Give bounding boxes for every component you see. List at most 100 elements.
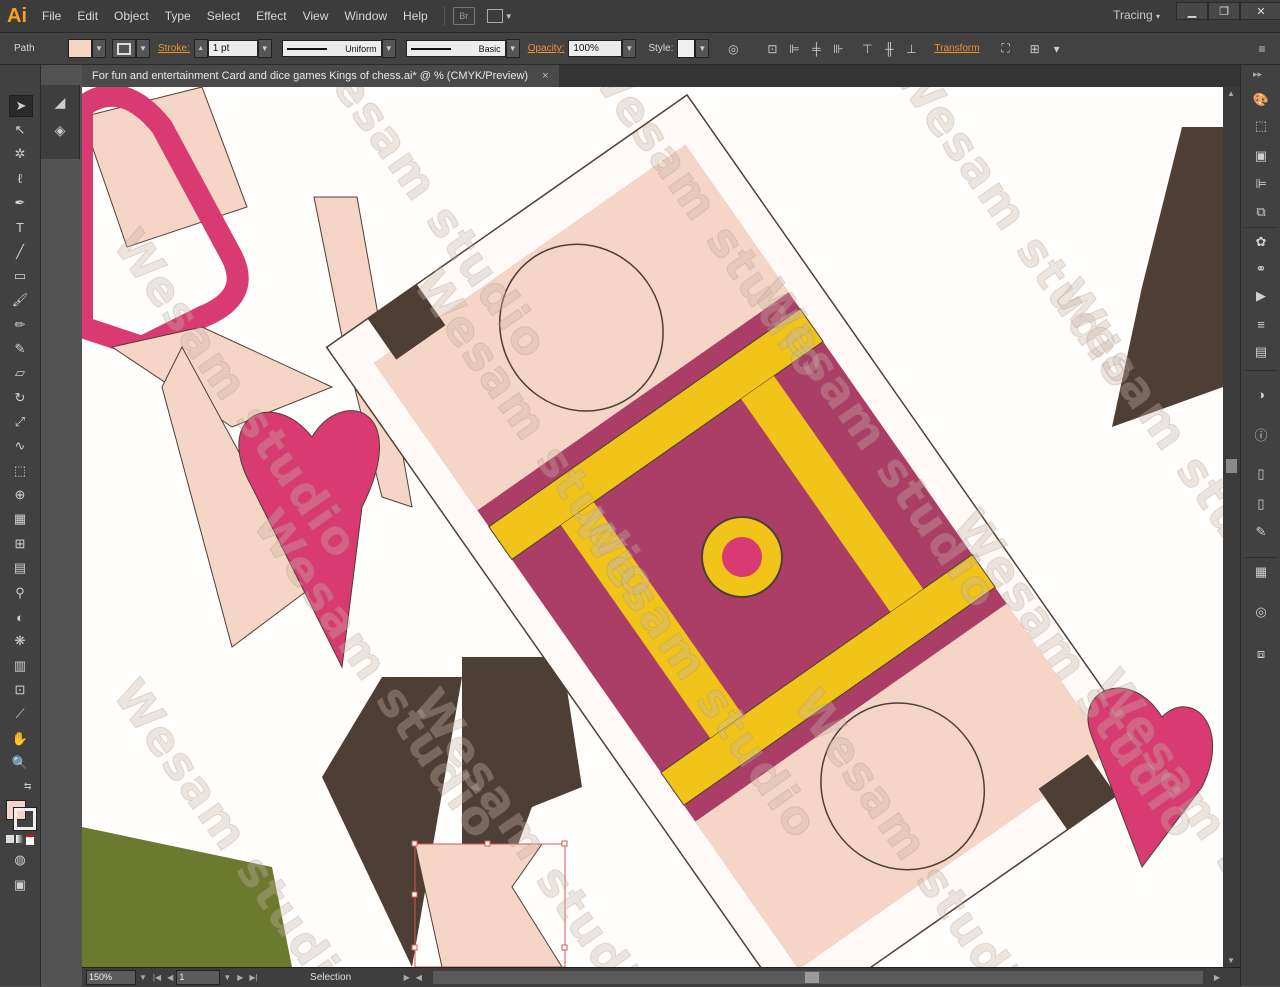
brush-definition[interactable]: Basic xyxy=(405,40,506,57)
menu-help[interactable]: Help xyxy=(395,0,436,32)
stroke-color-box[interactable] xyxy=(13,807,37,831)
brush-dropdown[interactable]: ▼ xyxy=(505,39,520,58)
zoom-level-field[interactable]: 150% xyxy=(86,970,136,985)
align-panel-icon[interactable]: ⊫ xyxy=(1251,175,1271,193)
pathfinder-icon[interactable]: ⧉ xyxy=(1251,203,1271,221)
selection-tool-icon[interactable]: ➤ xyxy=(9,95,33,117)
menu-file[interactable]: File xyxy=(34,0,69,32)
symbols-icon[interactable]: ✿ xyxy=(1251,233,1271,251)
options-icon[interactable]: ▾ xyxy=(1049,41,1065,57)
menu-object[interactable]: Object xyxy=(106,0,157,32)
workspace-switcher[interactable]: Tracing ▾ xyxy=(1113,0,1160,32)
menu-select[interactable]: Select xyxy=(199,0,248,32)
paintbrush-tool-icon[interactable]: 🖌 xyxy=(9,290,31,310)
swap-colors-icon[interactable]: ⇆ xyxy=(24,781,32,792)
image-trace-icon[interactable]: ▣ xyxy=(1251,147,1271,165)
rectangle-tool-icon[interactable]: ▭ xyxy=(9,266,31,286)
restore-button[interactable]: ❐ xyxy=(1208,2,1240,20)
warp-tool-icon[interactable]: ∿ xyxy=(9,436,31,456)
blend-tool-icon[interactable]: ◐ xyxy=(9,607,31,627)
line-tool-icon[interactable]: ╱ xyxy=(9,242,31,262)
next-artboard-icon[interactable]: ▶ xyxy=(237,973,243,982)
graphic-style-swatch[interactable] xyxy=(677,39,696,58)
stroke-swatch[interactable] xyxy=(112,39,136,58)
variable-width-profile[interactable]: Uniform xyxy=(281,40,382,57)
info-icon[interactable]: ⓘ xyxy=(1251,425,1271,443)
selected-path[interactable] xyxy=(414,843,563,967)
selection-handle[interactable] xyxy=(411,891,418,898)
menu-type[interactable]: Type xyxy=(157,0,199,32)
opacity-field[interactable]: 100% xyxy=(568,40,623,57)
zoom-dropdown-icon[interactable]: ▼ xyxy=(139,973,147,982)
pencil-tool-icon[interactable]: ✏ xyxy=(9,315,31,335)
screen-mode-icon[interactable]: ▣ xyxy=(9,875,31,895)
artboard-dropdown-icon[interactable]: ▼ xyxy=(223,973,231,982)
lasso-tool-icon[interactable]: ℓ xyxy=(9,168,31,188)
scroll-left-icon[interactable]: ◀ xyxy=(416,973,422,982)
stroke-label[interactable]: Stroke: xyxy=(158,43,190,54)
rotate-tool-icon[interactable]: ↻ xyxy=(9,388,31,408)
draw-mode-icon[interactable]: ◍ xyxy=(9,850,31,870)
selection-handle[interactable] xyxy=(561,944,568,951)
artboard-number-field[interactable]: 1 xyxy=(176,970,221,985)
artboard-canvas[interactable]: Wesam studio Wesam studio Wesam studio W… xyxy=(82,87,1223,967)
blob-brush-tool-icon[interactable]: ✎ xyxy=(9,339,31,359)
align-center-icon[interactable]: ╪ xyxy=(808,41,824,57)
slice-tool-icon[interactable]: ⟋ xyxy=(9,704,31,724)
magic-wand-tool-icon[interactable]: ✲ xyxy=(9,144,31,164)
last-artboard-icon[interactable]: ▶| xyxy=(249,973,257,982)
menu-effect[interactable]: Effect xyxy=(248,0,294,32)
panel-menu-icon[interactable]: ≡ xyxy=(1254,41,1270,57)
collapse-dock-icon[interactable]: ▸▸ xyxy=(1253,69,1262,80)
artboards-panel-icon[interactable]: ⬚ xyxy=(1251,117,1271,135)
free-transform-tool-icon[interactable]: ⬚ xyxy=(9,461,31,481)
align-vcenter-icon[interactable]: ╫ xyxy=(881,41,897,57)
direct-selection-tool-icon[interactable]: ↖ xyxy=(9,120,31,140)
fill-swatch[interactable] xyxy=(68,39,92,58)
stroke-spinner[interactable]: ▲ xyxy=(193,39,208,58)
scroll-right-icon[interactable]: ▶ xyxy=(1214,973,1220,982)
transform-link[interactable]: Transform xyxy=(934,43,979,54)
selection-handle[interactable] xyxy=(484,840,491,847)
column-graph-tool-icon[interactable]: ▥ xyxy=(9,656,31,676)
recolor-artwork-icon[interactable]: ◎ xyxy=(725,41,741,57)
actions-icon[interactable]: ▶ xyxy=(1251,287,1271,305)
isolate-icon[interactable]: ⛶ xyxy=(998,41,1014,57)
scroll-up-icon[interactable]: ▲ xyxy=(1227,89,1235,98)
layers-panel-icon[interactable]: ◈ xyxy=(48,119,72,141)
align-right-icon[interactable]: ⊪ xyxy=(830,41,846,57)
status-menu-icon[interactable]: ▶ xyxy=(404,973,410,982)
gradient-panel-icon[interactable]: ▤ xyxy=(1251,343,1271,361)
color-guide-icon[interactable]: 🎨 xyxy=(1251,91,1271,109)
align-left-icon[interactable]: ⊫ xyxy=(786,41,802,57)
horizontal-scroll-thumb[interactable] xyxy=(804,972,819,983)
align-bottom-icon[interactable]: ⊥ xyxy=(903,41,919,57)
stroke-weight-field[interactable]: 1 pt xyxy=(207,40,258,57)
hand-tool-icon[interactable]: ✋ xyxy=(9,729,31,749)
document-info-icon[interactable]: ▯ xyxy=(1251,465,1271,483)
menu-window[interactable]: Window xyxy=(336,0,395,32)
bridge-button[interactable]: Br xyxy=(452,7,475,25)
none-mode-icon[interactable] xyxy=(26,835,34,845)
stroke-weight-dropdown[interactable]: ▼ xyxy=(257,39,272,58)
brushes-icon[interactable]: ✎ xyxy=(1251,523,1271,541)
links-icon[interactable]: ⚭ xyxy=(1251,260,1271,278)
shape-builder-tool-icon[interactable]: ⊕ xyxy=(9,485,31,505)
eyedropper-tool-icon[interactable]: ⚲ xyxy=(9,583,31,603)
profile-dropdown[interactable]: ▼ xyxy=(381,39,396,58)
menu-edit[interactable]: Edit xyxy=(69,0,106,32)
swatches-icon[interactable]: ▦ xyxy=(1251,563,1271,581)
navigator-icon[interactable]: ◎ xyxy=(1251,603,1271,621)
scale-tool-icon[interactable]: ⤢ xyxy=(9,412,31,432)
selection-handle[interactable] xyxy=(561,840,568,847)
perspective-grid-tool-icon[interactable]: ▦ xyxy=(9,509,31,529)
align-to-icon[interactable]: ⊡ xyxy=(764,41,780,57)
symbol-sprayer-tool-icon[interactable]: ❋ xyxy=(9,631,31,651)
opacity-label[interactable]: Opacity: xyxy=(528,43,565,54)
fill-dropdown[interactable]: ▼ xyxy=(92,39,106,58)
gradient-tool-icon[interactable]: ▤ xyxy=(9,558,31,578)
first-artboard-icon[interactable]: |◀ xyxy=(153,973,161,982)
zoom-tool-icon[interactable]: 🔍 xyxy=(9,753,31,773)
type-tool-icon[interactable]: T xyxy=(9,217,31,237)
selection-handle[interactable] xyxy=(411,840,418,847)
